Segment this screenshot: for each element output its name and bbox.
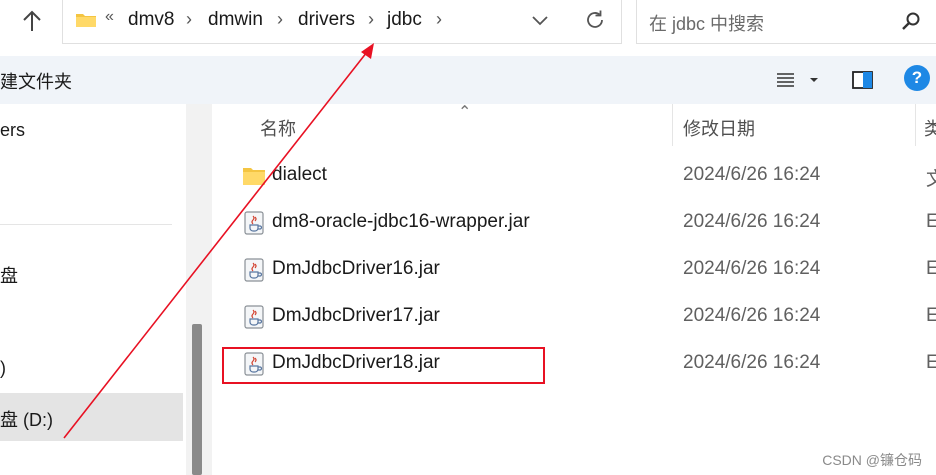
- watermark: CSDN @镰仓码: [822, 452, 922, 468]
- search-placeholder[interactable]: 在 jdbc 中搜索: [649, 10, 764, 36]
- help-button[interactable]: ?: [904, 65, 930, 91]
- navigation-pane: ers 盘 ) 盘 (D:): [0, 104, 186, 475]
- file-list: ⌃ 名称 修改日期 类 dialect 2024/6/26 16:24 文 dm…: [212, 104, 936, 475]
- chevron-right-icon[interactable]: ›: [186, 9, 192, 30]
- java-jar-icon: [244, 211, 264, 235]
- refresh-icon[interactable]: [583, 8, 607, 32]
- file-name: dm8-oracle-jdbc16-wrapper.jar: [272, 211, 530, 232]
- file-type: 文: [926, 169, 936, 190]
- file-name: dialect: [272, 164, 327, 185]
- nav-scrollbar-thumb[interactable]: [192, 324, 202, 475]
- file-type: E: [926, 352, 936, 373]
- preview-pane-button[interactable]: [848, 66, 878, 94]
- annotation-highlight-box: [222, 347, 545, 384]
- file-name: DmJdbcDriver17.jar: [272, 305, 440, 326]
- chevron-right-icon[interactable]: ›: [277, 9, 283, 30]
- file-name: DmJdbcDriver16.jar: [272, 258, 440, 279]
- nav-item-drive[interactable]: ): [0, 358, 6, 379]
- file-date: 2024/6/26 16:24: [683, 305, 821, 326]
- nav-item-disk[interactable]: 盘: [0, 262, 18, 288]
- column-header-date[interactable]: 修改日期: [683, 115, 755, 141]
- file-row-dialect[interactable]: dialect 2024/6/26 16:24 文: [212, 152, 936, 198]
- file-row-driver16-jar[interactable]: DmJdbcDriver16.jar 2024/6/26 16:24 E: [212, 246, 936, 292]
- column-divider[interactable]: [915, 104, 916, 146]
- address-bar[interactable]: « dmv8 › dmwin › drivers › jdbc ›: [62, 0, 622, 44]
- breadcrumb-overflow[interactable]: «: [105, 8, 114, 26]
- column-header-type[interactable]: 类: [924, 115, 936, 141]
- chevron-right-icon[interactable]: ›: [436, 9, 442, 30]
- preview-pane-icon: [852, 71, 873, 89]
- search-icon[interactable]: [901, 11, 921, 31]
- file-row-wrapper-jar[interactable]: dm8-oracle-jdbc16-wrapper.jar 2024/6/26 …: [212, 199, 936, 245]
- column-divider[interactable]: [672, 104, 673, 146]
- file-date: 2024/6/26 16:24: [683, 211, 821, 232]
- file-row-driver17-jar[interactable]: DmJdbcDriver17.jar 2024/6/26 16:24 E: [212, 293, 936, 339]
- new-folder-button[interactable]: 建文件夹: [0, 68, 72, 94]
- breadcrumb-jdbc[interactable]: jdbc: [387, 9, 422, 31]
- java-jar-icon: [244, 258, 264, 282]
- chevron-down-icon[interactable]: [529, 9, 551, 31]
- file-date: 2024/6/26 16:24: [683, 258, 821, 279]
- sort-ascending-icon: ⌃: [458, 104, 472, 121]
- nav-item-drivers[interactable]: ers: [0, 120, 25, 141]
- column-header-name[interactable]: 名称: [260, 115, 296, 141]
- list-view-icon: [777, 73, 818, 87]
- breadcrumb-drivers[interactable]: drivers: [298, 9, 355, 31]
- file-date: 2024/6/26 16:24: [683, 352, 821, 373]
- up-arrow-icon: [23, 10, 41, 31]
- file-type: E: [926, 211, 936, 232]
- folder-icon: [243, 168, 265, 185]
- breadcrumb-dmv8[interactable]: dmv8: [128, 9, 174, 31]
- breadcrumb-dmwin[interactable]: dmwin: [208, 9, 263, 31]
- file-type: E: [926, 258, 936, 279]
- java-jar-icon: [244, 305, 264, 329]
- view-options-button[interactable]: [772, 66, 824, 94]
- nav-item-disk-d[interactable]: 盘 (D:): [0, 406, 53, 432]
- command-bar: 建文件夹 ?: [0, 56, 936, 104]
- folder-icon: [76, 14, 96, 27]
- chevron-right-icon[interactable]: ›: [368, 9, 374, 30]
- divider: [0, 224, 172, 225]
- file-date: 2024/6/26 16:24: [683, 164, 821, 185]
- up-arrow-button[interactable]: [12, 6, 52, 36]
- search-box[interactable]: 在 jdbc 中搜索: [636, 0, 936, 44]
- address-row: « dmv8 › dmwin › drivers › jdbc › 在 jdbc…: [0, 0, 936, 50]
- file-type: E: [926, 305, 936, 326]
